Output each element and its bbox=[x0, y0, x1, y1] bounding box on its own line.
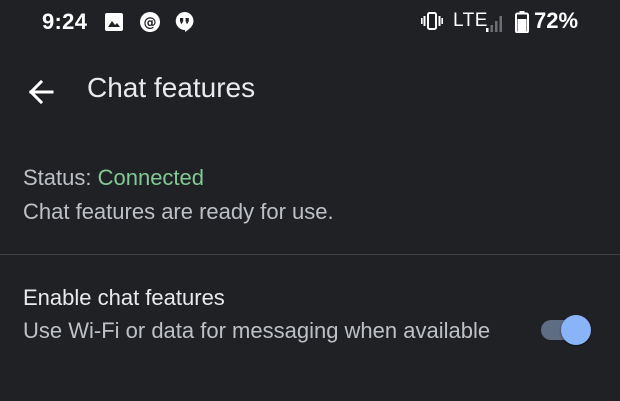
enable-chat-features-description: Use Wi-Fi or data for messaging when ava… bbox=[23, 318, 491, 343]
email-at-icon: @ bbox=[140, 12, 160, 32]
status-label: Status: bbox=[23, 165, 98, 190]
status-description: Chat features are ready for use. bbox=[23, 199, 334, 224]
status-value: Connected bbox=[97, 165, 205, 190]
network-type: LTE bbox=[453, 10, 488, 31]
vibrate-icon bbox=[421, 12, 443, 30]
page-title: Chat features bbox=[87, 72, 256, 103]
screen: 9:24 @ LTE 72% Chat features Status: Con… bbox=[0, 0, 620, 401]
status-section: Status: Connected Chat features are read… bbox=[23, 163, 593, 227]
enable-chat-features-row[interactable]: Enable chat features Use Wi-Fi or data f… bbox=[0, 272, 620, 384]
hangouts-icon bbox=[175, 12, 194, 32]
toggle-thumb bbox=[561, 315, 591, 345]
enable-chat-features-toggle[interactable] bbox=[541, 313, 593, 347]
app-bar: Chat features bbox=[0, 58, 620, 122]
svg-text:@: @ bbox=[144, 16, 157, 31]
battery-icon bbox=[515, 11, 529, 33]
status-bar: 9:24 @ LTE 72% bbox=[0, 0, 620, 44]
back-button[interactable] bbox=[20, 71, 62, 113]
signal-icon bbox=[486, 16, 502, 32]
divider bbox=[0, 254, 620, 255]
arrow-back-icon bbox=[28, 79, 54, 105]
enable-chat-features-title: Enable chat features bbox=[23, 285, 225, 310]
status-line: Status: Connected bbox=[23, 163, 593, 193]
battery-percentage: 72% bbox=[534, 8, 579, 33]
gallery-icon bbox=[105, 13, 123, 31]
status-time: 9:24 bbox=[42, 9, 88, 34]
